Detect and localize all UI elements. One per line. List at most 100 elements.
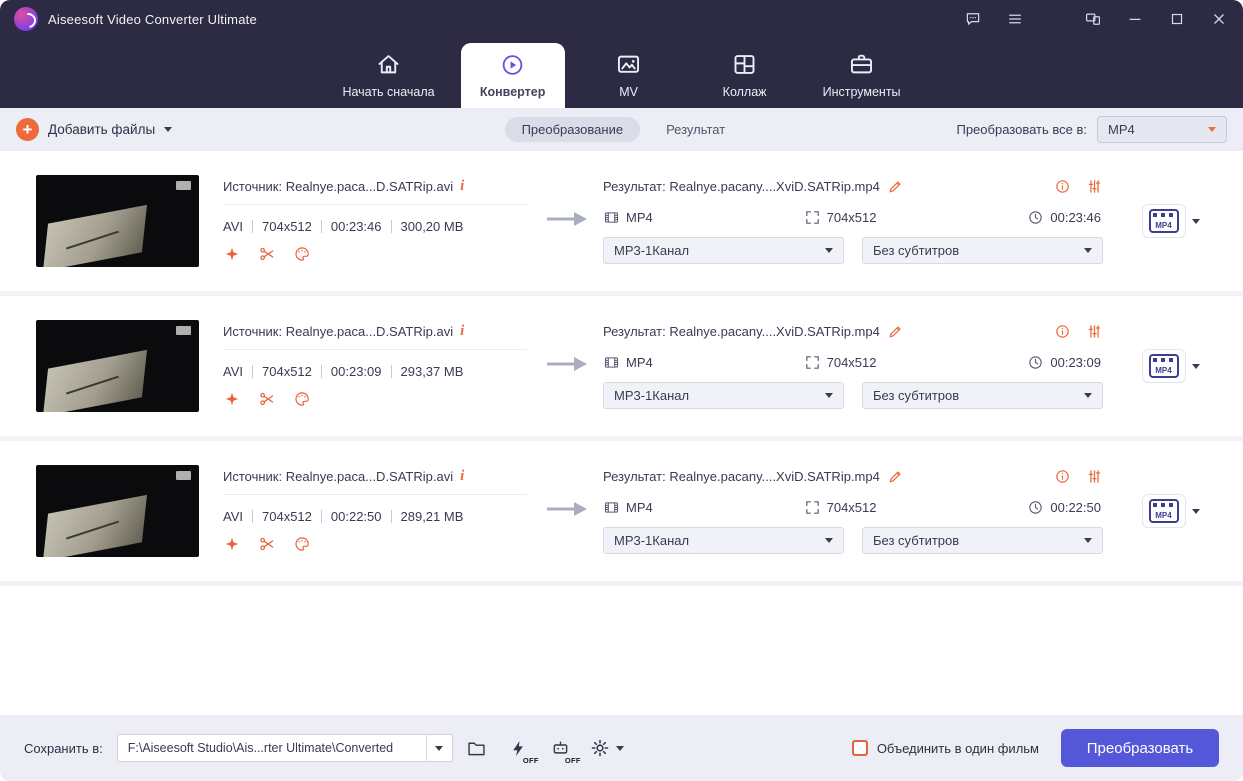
duration-value: 00:22:50 bbox=[330, 509, 382, 524]
output-meta: MP4 704x512 00:23:09 bbox=[603, 354, 1103, 371]
info-icon[interactable]: i bbox=[460, 324, 464, 339]
toolbar: + Добавить файлы Преобразование Результа… bbox=[0, 108, 1243, 151]
cut-icon[interactable] bbox=[258, 390, 276, 408]
subtitle-select[interactable]: Без субтитров bbox=[862, 527, 1103, 554]
tab-label: Начать сначала bbox=[342, 85, 435, 99]
high-speed-toggle[interactable]: OFF bbox=[501, 731, 538, 765]
format-value: AVI bbox=[223, 219, 243, 234]
effects-icon[interactable] bbox=[223, 535, 241, 553]
resolution-icon bbox=[805, 501, 819, 514]
convert-button[interactable]: Преобразовать bbox=[1061, 729, 1219, 767]
tab-tools[interactable]: Инструменты bbox=[809, 38, 915, 108]
result-column: Результат: Realnye.pacany....XviD.SATRip… bbox=[603, 178, 1119, 264]
merge-label: Объединить в один фильм bbox=[876, 740, 1039, 756]
settings-sliders-icon[interactable] bbox=[1086, 323, 1103, 340]
off-badge: OFF bbox=[564, 756, 581, 765]
video-thumbnail[interactable] bbox=[36, 320, 199, 412]
profile-button[interactable]: MP4 bbox=[1142, 350, 1185, 382]
device-link-icon[interactable] bbox=[1083, 9, 1103, 29]
result-column: Результат: Realnye.pacany....XviD.SATRip… bbox=[603, 468, 1119, 554]
arrow-icon bbox=[545, 210, 589, 233]
info-icon[interactable]: i bbox=[460, 179, 464, 194]
save-path-value: F:\Aiseesoft Studio\Ais...rter Ultimate\… bbox=[127, 741, 394, 755]
effects-icon[interactable] bbox=[223, 390, 241, 408]
source-filename: Источник: Realnye.paca...D.SATRip.avi bbox=[223, 324, 454, 339]
subtitle-select[interactable]: Без субтитров bbox=[862, 382, 1103, 409]
chevron-down-icon[interactable] bbox=[1191, 363, 1200, 369]
output-format: MP4 bbox=[626, 210, 653, 225]
rename-icon[interactable] bbox=[887, 468, 904, 485]
effects-icon[interactable] bbox=[223, 245, 241, 263]
convert-all-dropdown[interactable]: MP4 bbox=[1097, 116, 1227, 143]
tab-label: Инструменты bbox=[822, 85, 901, 99]
rename-icon[interactable] bbox=[887, 323, 904, 340]
chevron-down-icon bbox=[164, 127, 173, 132]
app-window: Aiseesoft Video Converter Ultimate Начат… bbox=[0, 0, 1243, 781]
file-row: Источник: Realnye.paca...D.SATRip.avi i … bbox=[0, 441, 1243, 586]
feedback-icon[interactable] bbox=[963, 9, 983, 29]
info-icon[interactable]: i bbox=[460, 469, 464, 484]
merge-option[interactable]: Объединить в один фильм bbox=[851, 740, 1039, 756]
close-button[interactable] bbox=[1209, 9, 1229, 29]
collage-icon bbox=[734, 55, 755, 74]
output-resolution: 704x512 bbox=[826, 210, 877, 225]
profile-button[interactable]: MP4 bbox=[1142, 205, 1185, 237]
output-duration: 00:22:50 bbox=[1050, 500, 1101, 515]
audio-track-value: MP3-1Канал bbox=[614, 243, 690, 258]
mp4-profile-icon: MP4 bbox=[1148, 209, 1179, 233]
profile-button[interactable]: MP4 bbox=[1142, 495, 1185, 527]
palette-icon[interactable] bbox=[293, 390, 311, 408]
cut-icon[interactable] bbox=[258, 535, 276, 553]
tab-converter[interactable]: Конвертер bbox=[460, 43, 565, 108]
settings-sliders-icon[interactable] bbox=[1086, 468, 1103, 485]
clock-icon bbox=[1029, 211, 1043, 224]
settings-sliders-icon[interactable] bbox=[1086, 178, 1103, 195]
subtitle-select[interactable]: Без субтитров bbox=[862, 237, 1103, 264]
palette-icon[interactable] bbox=[293, 535, 311, 553]
maximize-button[interactable] bbox=[1167, 9, 1187, 29]
output-profile: MP4 bbox=[1119, 205, 1223, 237]
minimize-button[interactable] bbox=[1125, 9, 1145, 29]
file-row: Источник: Realnye.paca...D.SATRip.avi i … bbox=[0, 296, 1243, 441]
audio-track-select[interactable]: MP3-1Канал bbox=[603, 527, 844, 554]
menu-icon[interactable] bbox=[1005, 9, 1025, 29]
tab-mv[interactable]: MV bbox=[577, 38, 681, 108]
audio-track-select[interactable]: MP3-1Канал bbox=[603, 382, 844, 409]
info-circle-icon[interactable] bbox=[1054, 468, 1071, 485]
profile-badge: MP4 bbox=[1155, 366, 1172, 375]
thumbnail-art bbox=[42, 349, 147, 412]
video-thumbnail[interactable] bbox=[36, 175, 199, 267]
info-circle-icon[interactable] bbox=[1054, 323, 1071, 340]
open-folder-button[interactable] bbox=[459, 731, 495, 765]
add-files-button[interactable]: + Добавить файлы bbox=[16, 118, 173, 141]
tab-restart[interactable]: Начать сначала bbox=[328, 38, 448, 108]
film-icon bbox=[604, 502, 619, 513]
add-files-label: Добавить файлы bbox=[48, 122, 156, 137]
chevron-down-icon bbox=[1084, 538, 1092, 543]
video-thumbnail[interactable] bbox=[36, 465, 199, 557]
palette-icon[interactable] bbox=[293, 245, 311, 263]
chevron-down-icon[interactable] bbox=[1191, 218, 1200, 224]
chevron-down-icon[interactable] bbox=[1191, 508, 1200, 514]
hardware-acceleration-toggle[interactable]: OFF bbox=[543, 731, 581, 765]
path-caret-section[interactable] bbox=[425, 735, 452, 761]
save-path-dropdown[interactable]: F:\Aiseesoft Studio\Ais...rter Ultimate\… bbox=[116, 734, 453, 762]
divider bbox=[390, 220, 392, 233]
tab-collage[interactable]: Коллаж bbox=[693, 38, 797, 108]
audio-track-select[interactable]: MP3-1Канал bbox=[603, 237, 844, 264]
segment-result[interactable]: Результат bbox=[666, 122, 725, 137]
source-meta: AVI 704x512 00:23:09 293,37 MB bbox=[223, 364, 527, 379]
cut-icon[interactable] bbox=[258, 245, 276, 263]
view-segments: Преобразование Результат bbox=[504, 108, 725, 151]
info-circle-icon[interactable] bbox=[1054, 178, 1071, 195]
size-value: 300,20 MB bbox=[400, 219, 464, 234]
chevron-down-icon bbox=[825, 248, 833, 253]
rename-icon[interactable] bbox=[887, 178, 904, 195]
toolbox-icon bbox=[851, 54, 873, 74]
chevron-down-icon bbox=[825, 538, 833, 543]
merge-checkbox[interactable] bbox=[851, 740, 868, 756]
resolution-icon bbox=[805, 211, 819, 224]
thumbnail-art bbox=[42, 494, 147, 557]
segment-convert[interactable]: Преобразование bbox=[504, 117, 641, 142]
settings-button[interactable] bbox=[589, 737, 624, 759]
